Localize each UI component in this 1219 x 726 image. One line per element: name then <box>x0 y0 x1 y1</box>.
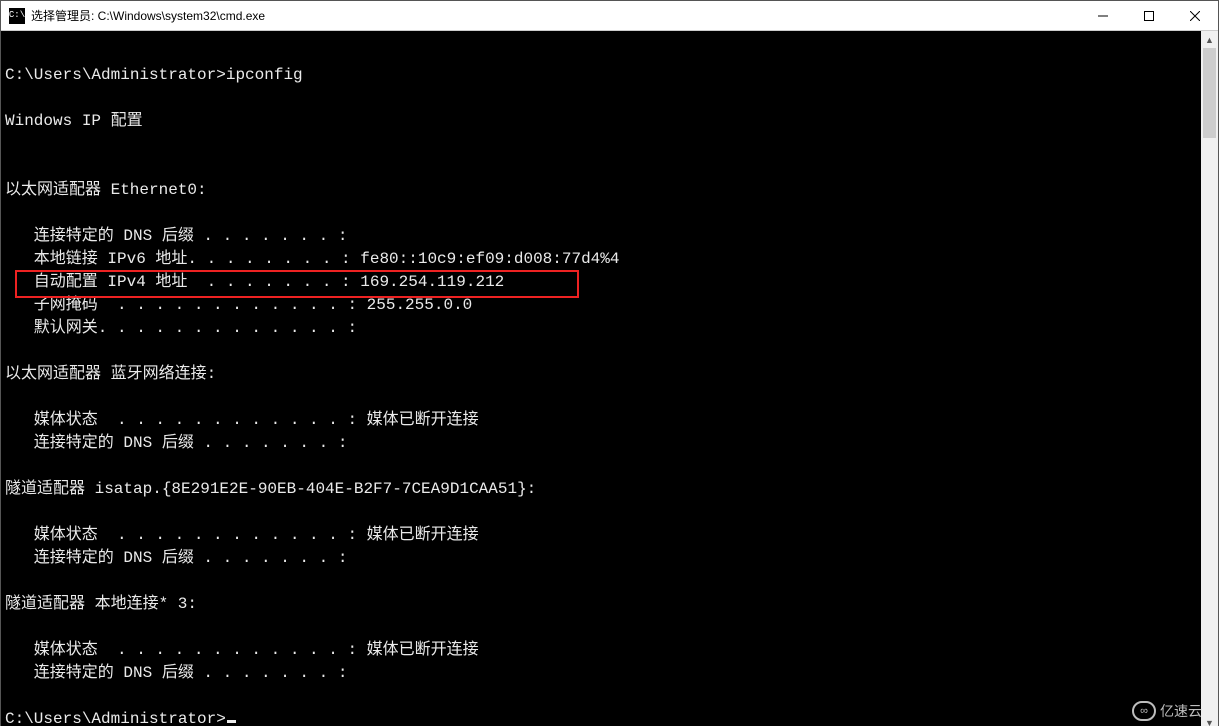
terminal-line: C:\Users\Administrator>ipconfig <box>5 64 1201 87</box>
terminal-line <box>5 133 1201 156</box>
terminal-line: 隧道适配器 isatap.{8E291E2E-90EB-404E-B2F7-7C… <box>5 478 1201 501</box>
terminal-line <box>5 340 1201 363</box>
maximize-button[interactable] <box>1126 1 1172 31</box>
terminal-line <box>5 156 1201 179</box>
close-button[interactable] <box>1172 1 1218 31</box>
terminal-line <box>5 501 1201 524</box>
window-title: 选择管理员: C:\Windows\system32\cmd.exe <box>31 7 265 24</box>
terminal-line: 连接特定的 DNS 后缀 . . . . . . . : <box>5 547 1201 570</box>
terminal-line <box>5 87 1201 110</box>
terminal-line: 媒体状态 . . . . . . . . . . . . : 媒体已断开连接 <box>5 524 1201 547</box>
terminal-line: 以太网适配器 Ethernet0: <box>5 179 1201 202</box>
watermark-icon: ∞ <box>1132 701 1156 721</box>
terminal-line: 连接特定的 DNS 后缀 . . . . . . . : <box>5 432 1201 455</box>
terminal-line-highlighted: 自动配置 IPv4 地址 . . . . . . . : 169.254.119… <box>5 271 1201 294</box>
terminal-line <box>5 41 1201 64</box>
terminal-line: C:\Users\Administrator> <box>5 708 1201 726</box>
terminal-line <box>5 616 1201 639</box>
terminal-line: 媒体状态 . . . . . . . . . . . . : 媒体已断开连接 <box>5 409 1201 432</box>
watermark: ∞ 亿速云 <box>1132 701 1202 721</box>
app-icon-text: C:\ <box>9 11 25 20</box>
client-area: C:\Users\Administrator>ipconfig Windows … <box>1 31 1218 726</box>
cmd-window: C:\ 选择管理员: C:\Windows\system32\cmd.exe C… <box>0 0 1219 726</box>
terminal-line: 连接特定的 DNS 后缀 . . . . . . . : <box>5 225 1201 248</box>
terminal-line: 以太网适配器 蓝牙网络连接: <box>5 363 1201 386</box>
terminal-line <box>5 202 1201 225</box>
terminal-output[interactable]: C:\Users\Administrator>ipconfig Windows … <box>1 31 1201 726</box>
terminal-line <box>5 685 1201 708</box>
scroll-track[interactable] <box>1201 48 1218 714</box>
terminal-line: 本地链接 IPv6 地址. . . . . . . . : fe80::10c9… <box>5 248 1201 271</box>
terminal-line: Windows IP 配置 <box>5 110 1201 133</box>
terminal-line <box>5 570 1201 593</box>
terminal-line <box>5 455 1201 478</box>
terminal-line <box>5 386 1201 409</box>
terminal-cursor <box>227 720 236 723</box>
terminal-line: 隧道适配器 本地连接* 3: <box>5 593 1201 616</box>
scroll-thumb[interactable] <box>1203 48 1216 138</box>
terminal-line: 默认网关. . . . . . . . . . . . . : <box>5 317 1201 340</box>
titlebar[interactable]: C:\ 选择管理员: C:\Windows\system32\cmd.exe <box>1 1 1218 31</box>
scroll-down-button[interactable]: ▼ <box>1201 714 1218 726</box>
minimize-button[interactable] <box>1080 1 1126 31</box>
app-icon: C:\ <box>9 8 25 24</box>
vertical-scrollbar[interactable]: ▲ ▼ <box>1201 31 1218 726</box>
watermark-text: 亿速云 <box>1160 701 1202 721</box>
scroll-up-button[interactable]: ▲ <box>1201 31 1218 48</box>
terminal-line: 连接特定的 DNS 后缀 . . . . . . . : <box>5 662 1201 685</box>
terminal-line: 媒体状态 . . . . . . . . . . . . : 媒体已断开连接 <box>5 639 1201 662</box>
terminal-line: 子网掩码 . . . . . . . . . . . . : 255.255.0… <box>5 294 1201 317</box>
